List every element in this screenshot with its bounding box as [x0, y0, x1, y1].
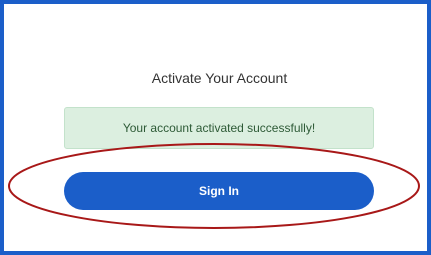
success-alert-message: Your account activated successfully!	[122, 121, 316, 135]
success-alert: Your account activated successfully!	[64, 107, 374, 149]
sign-in-button[interactable]: Sign In	[64, 172, 374, 210]
page-title: Activate Your Account	[151, 70, 288, 86]
page-frame: Activate Your Account Your account activ…	[0, 0, 431, 255]
